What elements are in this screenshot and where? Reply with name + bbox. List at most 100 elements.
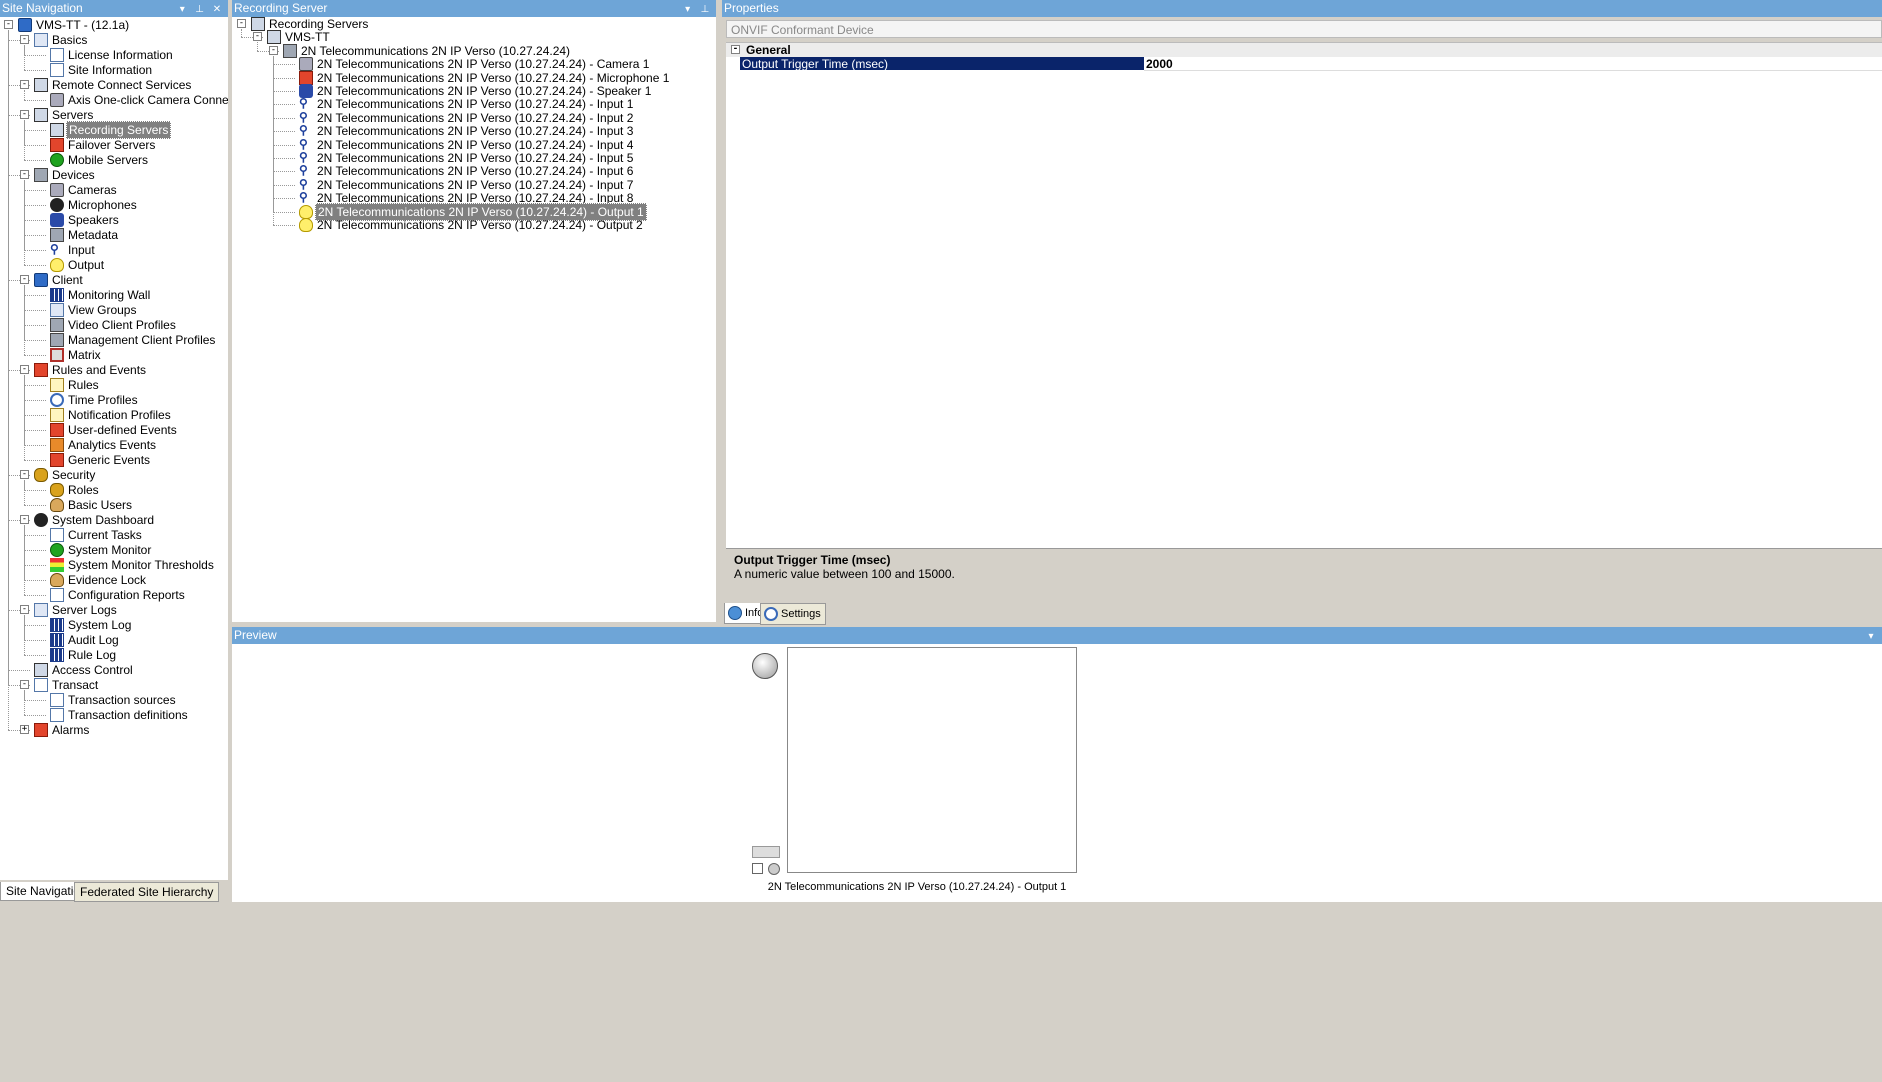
pin-icon[interactable]: ⊥	[193, 1, 207, 18]
tree-item[interactable]: 2N Telecommunications 2N IP Verso (10.27…	[232, 216, 716, 234]
tree-connector	[273, 55, 274, 225]
camera-icon	[50, 183, 64, 197]
rules-icon	[50, 378, 64, 392]
transact-icon	[34, 678, 48, 692]
preview-small-button[interactable]	[752, 846, 780, 858]
monitoring-wall-icon	[50, 288, 64, 302]
collapse-icon[interactable]: -	[237, 19, 246, 28]
alarm-icon	[34, 723, 48, 737]
site-navigation-titlebar: Site Navigation ▾ ⊥ ✕	[0, 0, 228, 17]
collapse-icon[interactable]: -	[20, 515, 29, 524]
site-navigation-pane: Site Navigation ▾ ⊥ ✕ - VMS-TT - (12.1a) -…	[0, 0, 228, 880]
property-help-panel: Output Trigger Time (msec) A numeric val…	[726, 548, 1882, 601]
microphone-icon	[50, 198, 64, 212]
properties-tabs: Info Settings	[722, 603, 1882, 625]
collapse-icon[interactable]: -	[20, 110, 29, 119]
vms-icon	[18, 18, 32, 32]
tree-item[interactable]: + Alarms	[0, 721, 228, 739]
tree-connector	[8, 30, 9, 730]
site-navigation-tabs: Site Navigation Federated Site Hierarchy	[0, 880, 228, 902]
preview-caption: 2N Telecommunications 2N IP Verso (10.27…	[767, 881, 1067, 893]
pin-icon[interactable]: ⊥	[698, 1, 712, 18]
recording-server-title: Recording Server	[234, 1, 328, 15]
output-bulb-icon	[299, 218, 313, 232]
user-event-icon	[50, 423, 64, 437]
pane-dropdown-icon[interactable]: ▾	[1864, 628, 1878, 645]
collapse-icon[interactable]: -	[20, 365, 29, 374]
input-icon: ⚲	[50, 242, 59, 256]
collapse-icon[interactable]: -	[20, 680, 29, 689]
tree-item-label: 2N Telecommunications 2N IP Verso (10.27…	[317, 218, 643, 232]
axis-camera-icon	[50, 93, 64, 107]
collapse-icon[interactable]: -	[20, 470, 29, 479]
pane-dropdown-icon[interactable]: ▾	[681, 1, 695, 18]
properties-title: Properties	[724, 1, 779, 15]
report-icon	[50, 588, 64, 602]
tree-connector	[24, 525, 25, 595]
property-category-general[interactable]: - General	[726, 43, 1882, 57]
tab-federated-site-hierarchy[interactable]: Federated Site Hierarchy	[74, 882, 220, 902]
device-type-field: ONVIF Conformant Device	[726, 20, 1882, 38]
tree-item-label: Alarms	[52, 723, 90, 737]
video-client-profile-icon	[50, 318, 64, 332]
tab-settings[interactable]: Settings	[760, 603, 826, 625]
collapse-icon[interactable]: -	[4, 20, 13, 29]
dashboard-icon	[34, 513, 48, 527]
tree-connector	[24, 285, 25, 355]
help-title: Output Trigger Time (msec)	[734, 553, 891, 567]
tree-connector	[24, 180, 25, 265]
collapse-icon[interactable]: -	[269, 45, 278, 55]
property-row[interactable]: Output Trigger Time (msec) 2000	[726, 57, 1882, 71]
management-client-profile-icon	[50, 333, 64, 347]
preview-title: Preview	[234, 628, 277, 642]
preview-checkbox[interactable]	[752, 863, 763, 874]
preview-pane: Preview ▾ 2N Telecommunications 2N IP Ve…	[232, 627, 1882, 902]
analytics-event-icon	[50, 438, 64, 452]
properties-pane: Properties ONVIF Conformant Device - Gen…	[722, 0, 1882, 625]
tree-connector	[24, 375, 25, 460]
preview-titlebar: Preview ▾	[232, 627, 1882, 644]
site-navigation-tree: - VMS-TT - (12.1a) - Basics License Informat…	[0, 17, 228, 880]
tasks-icon	[50, 528, 64, 542]
expand-icon[interactable]: +	[20, 725, 29, 734]
properties-titlebar: Properties	[722, 0, 1882, 17]
client-icon	[34, 273, 48, 287]
collapse-icon[interactable]: -	[731, 45, 740, 54]
property-grid: - General Output Trigger Time (msec) 200…	[726, 42, 1882, 548]
security-icon	[34, 468, 48, 482]
settings-gear-icon	[764, 607, 778, 621]
evidence-lock-icon	[50, 573, 64, 587]
collapse-icon[interactable]: -	[20, 605, 29, 614]
recording-server-titlebar: Recording Server ▾ ⊥	[232, 0, 716, 17]
collapse-icon[interactable]: -	[20, 80, 29, 89]
property-name[interactable]: Output Trigger Time (msec)	[740, 57, 1144, 71]
close-icon[interactable]: ✕	[210, 1, 224, 18]
property-category-label: General	[746, 43, 791, 57]
collapse-icon[interactable]: -	[20, 275, 29, 284]
mail-icon	[50, 408, 64, 422]
roles-icon	[50, 483, 64, 497]
log-icon	[50, 633, 64, 647]
property-value[interactable]: 2000	[1144, 57, 1882, 71]
tab-settings-label: Settings	[781, 608, 821, 620]
recording-server-pane: Recording Server ▾ ⊥ - Recording Servers -…	[232, 0, 716, 622]
collapse-icon[interactable]: -	[253, 32, 262, 42]
collapse-icon[interactable]: -	[20, 35, 29, 44]
view-groups-icon	[50, 303, 64, 317]
help-text: A numeric value between 100 and 15000.	[734, 567, 955, 581]
log-icon	[50, 618, 64, 632]
transaction-source-icon	[50, 693, 64, 707]
collapse-icon[interactable]: -	[20, 170, 29, 179]
info-icon	[728, 606, 742, 620]
system-monitor-icon	[50, 543, 64, 557]
speaker-icon	[50, 213, 64, 227]
generic-event-icon	[50, 453, 64, 467]
site-info-icon	[50, 63, 64, 77]
book-icon	[34, 33, 48, 47]
failover-server-icon	[50, 138, 64, 152]
preview-image-area	[787, 647, 1077, 873]
output-trigger-button[interactable]	[752, 653, 778, 679]
output-bulb-icon	[50, 258, 64, 272]
pane-dropdown-icon[interactable]: ▾	[175, 1, 189, 18]
recording-server-icon	[50, 123, 64, 137]
